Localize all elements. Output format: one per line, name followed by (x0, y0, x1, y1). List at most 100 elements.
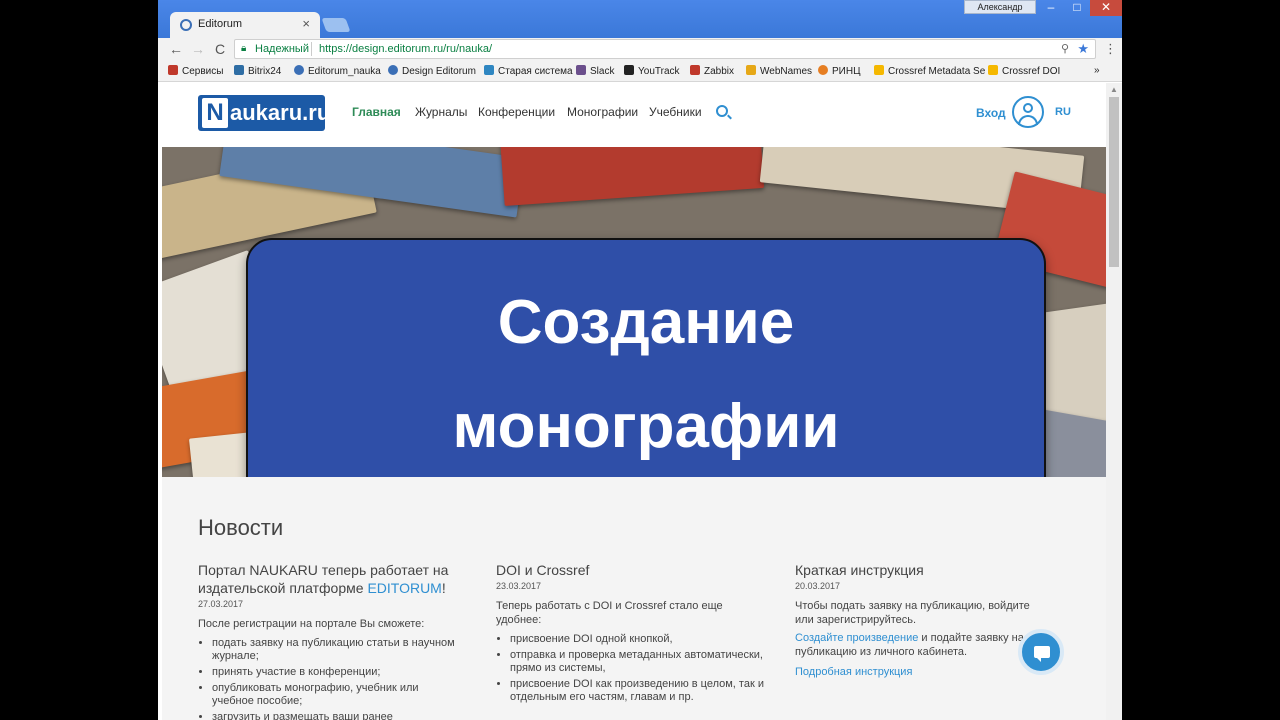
hero-title-line-1: Создание (497, 288, 795, 357)
address-bar[interactable]: 🔒︎ Надежный https://design.editorum.ru/r… (234, 39, 1096, 59)
login-link[interactable]: Вход (976, 106, 1006, 120)
bookmark-item[interactable]: РИНЦ (818, 65, 860, 77)
crossref-icon (988, 65, 998, 75)
hero-title-box: Создание монографии (246, 238, 1046, 477)
list-item: присвоение DOI одной кнопкой, (510, 633, 766, 646)
list-item: принять участие в конференции; (212, 666, 458, 679)
secure-label: Надежный (255, 43, 309, 55)
title-bar: Editorum × Александр – □ ✕ (158, 0, 1122, 38)
create-work-link[interactable]: Создайте произведение (795, 632, 918, 644)
language-switch[interactable]: RU (1055, 106, 1071, 118)
editorum-favicon-icon (180, 19, 192, 31)
news-item-intro: После регистрации на портале Вы сможете: (198, 618, 425, 630)
new-tab-button[interactable] (321, 18, 351, 32)
news-section: Новости Портал NAUKARU теперь работает н… (162, 477, 1106, 720)
rinc-icon (818, 65, 828, 75)
forward-button[interactable]: → (190, 41, 206, 57)
news-item-date: 20.03.2017 (795, 581, 841, 591)
hero-banner: Создание монографии (162, 147, 1106, 477)
news-item: DOI и Crossref 23.03.2017 Теперь работат… (496, 561, 766, 707)
nav-home[interactable]: Главная (352, 105, 401, 119)
bookmark-item[interactable]: YouTrack (624, 65, 680, 77)
key-icon[interactable]: ⚲ (1061, 42, 1069, 55)
bookmarks-more-button[interactable]: » (1094, 65, 1100, 76)
slack-icon (576, 65, 586, 75)
close-window-button[interactable]: ✕ (1090, 0, 1122, 16)
bookmark-item[interactable]: Slack (576, 65, 614, 77)
editorum-link[interactable]: EDITORUM (367, 580, 441, 596)
web-page: N aukaru.ru Главная Журналы Конференции … (162, 83, 1106, 720)
avatar-head (1023, 103, 1033, 113)
bookmark-item[interactable]: Старая система (484, 65, 573, 77)
crossref-icon (874, 65, 884, 75)
user-avatar-icon[interactable] (1012, 96, 1044, 128)
hero-title-line-2: монографии (452, 392, 840, 461)
bookmark-item[interactable]: Design Editorum (388, 65, 476, 77)
minimize-button[interactable]: – (1038, 0, 1064, 16)
background-book (499, 147, 765, 206)
bookmark-item[interactable]: Сервисы (168, 65, 223, 77)
news-item-date: 27.03.2017 (198, 599, 244, 609)
browser-menu-icon[interactable]: ⋮ (1104, 41, 1117, 57)
zabbix-icon (690, 65, 700, 75)
site-header: N aukaru.ru Главная Журналы Конференции … (162, 83, 1106, 147)
bitrix-icon (234, 65, 244, 75)
maximize-button[interactable]: □ (1064, 0, 1090, 16)
profile-button[interactable]: Александр (964, 0, 1036, 14)
news-item-list: подать заявку на публикацию статьи в нау… (198, 637, 458, 720)
bookmarks-bar: Сервисы Bitrix24 Editorum_nauka Design E… (158, 60, 1122, 82)
tab-close-icon[interactable]: × (302, 16, 310, 31)
apps-icon (168, 65, 178, 75)
bookmark-item[interactable]: Crossref Metadata Se (874, 65, 985, 77)
page-scrollbar[interactable]: ▲ (1106, 83, 1122, 720)
scroll-up-icon[interactable]: ▲ (1110, 85, 1118, 94)
chat-button[interactable] (1018, 629, 1064, 675)
bookmark-item[interactable]: Editorum_nauka (294, 65, 381, 77)
grid-icon (484, 65, 494, 75)
reload-button[interactable]: C (212, 41, 228, 57)
bookmark-star-icon[interactable]: ★ (1077, 41, 1089, 57)
browser-tab[interactable]: Editorum × (170, 12, 320, 38)
news-item-intro: Теперь работать с DOI и Crossref стало е… (496, 600, 723, 626)
list-item: присвоение DOI как произведению в целом,… (510, 678, 766, 704)
detailed-instruction-link[interactable]: Подробная инструкция (795, 666, 912, 678)
nav-journals[interactable]: Журналы (415, 105, 467, 119)
bookmark-item[interactable]: Crossref DOI (988, 65, 1060, 77)
news-item: Краткая инструкция 20.03.2017 Чтобы пода… (795, 561, 1045, 679)
news-item-date: 23.03.2017 (496, 581, 542, 591)
news-item-list: присвоение DOI одной кнопкой, отправка и… (496, 633, 766, 704)
nav-textbooks[interactable]: Учебники (649, 105, 702, 119)
nav-monographs[interactable]: Монографии (567, 105, 638, 119)
news-item-title[interactable]: Портал NAUKARU теперь работает на издате… (198, 561, 458, 597)
list-item: загрузить и размещать ваши ранее (212, 711, 458, 720)
logo-letter: N (202, 98, 228, 128)
list-item: отправка и проверка метаданных автоматич… (510, 649, 766, 675)
search-icon[interactable] (716, 105, 728, 117)
list-item: подать заявку на публикацию статьи в нау… (212, 637, 458, 663)
news-item-text: Создайте произведение и подайте заявку н… (795, 632, 1024, 658)
browser-toolbar: ← → C 🔒︎ Надежный https://design.editoru… (158, 38, 1122, 60)
site-logo[interactable]: N aukaru.ru (198, 95, 330, 131)
bookmark-item[interactable]: Bitrix24 (234, 65, 281, 77)
bookmark-item[interactable]: WebNames (746, 65, 812, 77)
editorum-icon (388, 65, 398, 75)
tab-title: Editorum (198, 18, 243, 30)
webnames-icon (746, 65, 756, 75)
editorum-icon (294, 65, 304, 75)
url-text[interactable]: https://design.editorum.ru/ru/nauka/ (319, 43, 492, 55)
chat-icon (1034, 646, 1050, 662)
scrollbar-thumb[interactable] (1109, 97, 1119, 267)
youtrack-icon (624, 65, 634, 75)
bookmark-item[interactable]: Zabbix (690, 65, 734, 77)
avatar-body (1018, 115, 1038, 125)
browser-window: Editorum × Александр – □ ✕ ← → C 🔒︎ Наде… (158, 0, 1122, 720)
news-item: Портал NAUKARU теперь работает на издате… (198, 561, 458, 720)
lock-icon: 🔒︎ (241, 43, 247, 54)
news-heading: Новости (198, 515, 284, 540)
nav-conferences[interactable]: Конференции (478, 105, 555, 119)
back-button[interactable]: ← (168, 41, 184, 57)
news-item-title[interactable]: Краткая инструкция (795, 561, 1045, 579)
news-item-title[interactable]: DOI и Crossref (496, 561, 766, 579)
omnibox-separator (311, 42, 312, 56)
logo-text: aukaru.ru (230, 100, 331, 125)
